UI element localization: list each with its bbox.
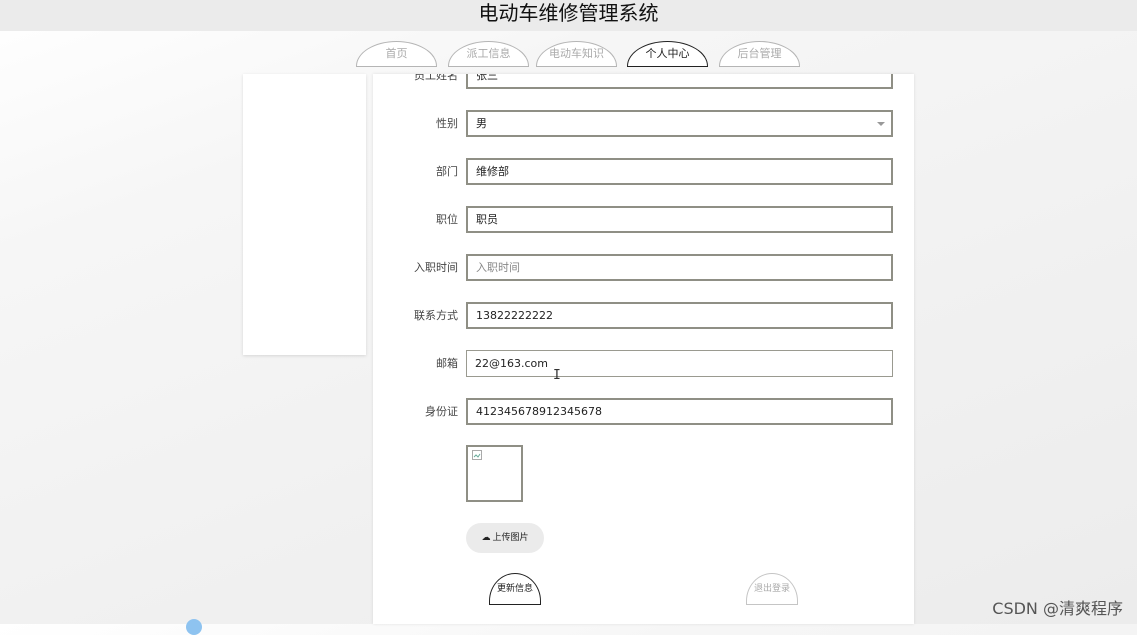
department-label: 部门: [436, 165, 458, 178]
chevron-down-icon: [877, 122, 885, 126]
floating-indicator: [186, 619, 202, 635]
department-row: 部门 维修部: [373, 158, 914, 185]
phone-row: 联系方式 13822222222: [373, 302, 914, 329]
email-row: 邮箱 22@163.com: [373, 350, 914, 377]
phone-label: 联系方式: [414, 309, 458, 322]
gender-value: 男: [476, 117, 487, 130]
tab-personal-center[interactable]: 个人中心: [627, 41, 708, 67]
hire-date-row: 入职时间 入职时间: [373, 254, 914, 281]
tab-dispatch-info[interactable]: 派工信息: [448, 41, 529, 67]
employee-name-row: 员工姓名 张三: [373, 74, 914, 89]
broken-image-icon: [472, 450, 482, 460]
upload-image-button[interactable]: ☁ 上传图片: [466, 523, 544, 553]
sidebar-panel: [243, 74, 366, 355]
avatar-image: [466, 445, 523, 502]
watermark: CSDN @清爽程序: [992, 599, 1123, 618]
employee-name-field[interactable]: 张三: [466, 74, 893, 89]
site-title: 电动车维修管理系统: [478, 1, 659, 25]
position-field[interactable]: 职员: [466, 206, 893, 233]
main-nav: 首页 派工信息 电动车知识 个人中心 后台管理: [0, 41, 1137, 67]
hire-date-label: 入职时间: [414, 261, 458, 274]
gender-select[interactable]: 男: [466, 110, 893, 137]
phone-field[interactable]: 13822222222: [466, 302, 893, 329]
id-card-label: 身份证: [425, 405, 458, 418]
email-label: 邮箱: [436, 357, 458, 370]
email-field[interactable]: 22@163.com: [466, 350, 893, 377]
id-card-field[interactable]: 412345678912345678: [466, 398, 893, 425]
tab-ebike-knowledge[interactable]: 电动车知识: [536, 41, 617, 67]
update-info-button[interactable]: 更新信息: [489, 573, 541, 605]
department-field[interactable]: 维修部: [466, 158, 893, 185]
tab-admin[interactable]: 后台管理: [719, 41, 800, 67]
cloud-upload-icon: ☁: [481, 533, 491, 543]
text-cursor-icon: I: [553, 368, 561, 383]
top-header: 电动车维修管理系统: [0, 0, 1137, 31]
logout-button[interactable]: 退出登录: [746, 573, 798, 605]
position-row: 职位 职员: [373, 206, 914, 233]
id-card-row: 身份证 412345678912345678: [373, 398, 914, 425]
profile-form: 员工姓名 张三 性别 男 部门 维修部 职位 职员 入职时间 入职时间 联系方式…: [373, 74, 914, 624]
tab-home[interactable]: 首页: [356, 41, 437, 67]
hire-date-field[interactable]: 入职时间: [466, 254, 893, 281]
employee-name-label: 员工姓名: [414, 74, 458, 82]
gender-row: 性别 男: [373, 110, 914, 137]
position-label: 职位: [436, 213, 458, 226]
gender-label: 性别: [436, 117, 458, 130]
upload-image-label: 上传图片: [492, 533, 529, 543]
